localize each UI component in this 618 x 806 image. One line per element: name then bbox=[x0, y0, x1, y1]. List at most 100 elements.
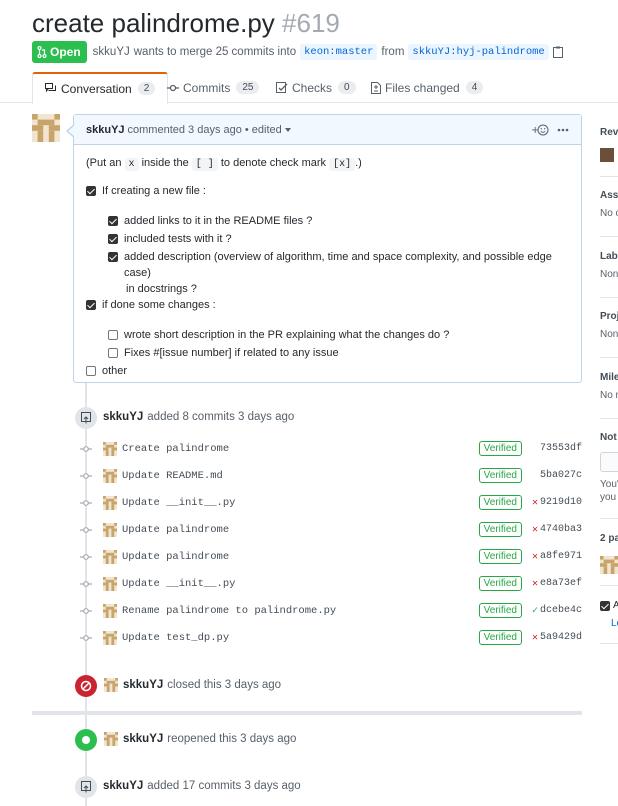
primitive-dot-icon bbox=[82, 736, 90, 744]
event-author[interactable]: skkuYJ bbox=[103, 411, 143, 423]
allow-edits-checkbox[interactable] bbox=[600, 600, 610, 611]
commit-message[interactable]: Update README.md bbox=[122, 470, 479, 482]
comment-author[interactable]: skkuYJ bbox=[86, 124, 125, 136]
kebab-menu-icon[interactable] bbox=[557, 128, 569, 132]
intro-part: to denote check mark bbox=[220, 157, 327, 169]
tab-label: Checks bbox=[292, 80, 333, 95]
subscribe-button[interactable] bbox=[600, 452, 618, 472]
task-checkbox[interactable] bbox=[108, 252, 118, 262]
base-branch[interactable]: keon:master bbox=[300, 44, 378, 60]
avatar[interactable] bbox=[103, 576, 117, 591]
commit-message[interactable]: Update test_dp.py bbox=[122, 632, 479, 644]
reviewer-avatar[interactable] bbox=[600, 148, 614, 162]
sidebar-labels[interactable]: Labe Non bbox=[600, 251, 618, 280]
commit-sha[interactable]: ✕ 9219d10 bbox=[528, 497, 582, 509]
commit-message[interactable]: Update __init__.py bbox=[122, 497, 479, 509]
tab-conversation[interactable]: Conversation 2 bbox=[32, 72, 169, 104]
task-checkbox[interactable] bbox=[86, 186, 96, 196]
commit-sha[interactable]: ✕ a8fe971 bbox=[528, 551, 582, 563]
verified-badge[interactable]: Verified bbox=[478, 468, 522, 483]
task-label-line1: added description (overview of algorithm… bbox=[124, 251, 552, 279]
commit-sha[interactable]: ✕ 4740ba3 bbox=[528, 524, 582, 536]
x-icon[interactable]: ✕ bbox=[532, 551, 538, 563]
tab-files-changed[interactable]: Files changed 4 bbox=[371, 72, 484, 103]
commit-message[interactable]: Update __init__.py bbox=[122, 578, 479, 590]
head-branch[interactable]: skkuYJ:hyj-palindrome bbox=[408, 44, 549, 60]
verified-badge[interactable]: Verified bbox=[478, 495, 522, 510]
edited-dropdown[interactable]: • edited bbox=[245, 124, 291, 136]
link-text: Le bbox=[611, 618, 618, 629]
avatar[interactable] bbox=[103, 603, 117, 618]
avatar[interactable] bbox=[103, 441, 117, 456]
x-icon[interactable]: ✕ bbox=[532, 578, 538, 590]
commits-event: skkuYJ added 8 commits 3 days ago bbox=[103, 411, 294, 423]
sha-text: 4740ba3 bbox=[539, 524, 582, 535]
commit-sha[interactable]: 5ba027c bbox=[528, 470, 582, 481]
avatar[interactable] bbox=[600, 556, 618, 574]
commit-dot bbox=[80, 499, 92, 507]
pr-tabs: Conversation 2 Commits 25 Checks 0 Files… bbox=[0, 72, 618, 104]
event-author[interactable]: skkuYJ bbox=[123, 733, 163, 745]
tab-counter: 2 bbox=[137, 82, 156, 95]
commit-message[interactable]: Rename palindrome to palindrome.py bbox=[122, 605, 479, 617]
avatar[interactable] bbox=[103, 495, 117, 510]
sidebar-notifications: Not bbox=[600, 432, 618, 443]
x-icon[interactable]: ✕ bbox=[532, 632, 538, 644]
sidebar-reviewers[interactable]: Revi bbox=[600, 127, 618, 138]
verified-badge[interactable]: Verified bbox=[478, 576, 522, 591]
task-checkbox[interactable] bbox=[86, 366, 96, 376]
avatar[interactable] bbox=[103, 630, 117, 645]
commit-message[interactable]: Update palindrome bbox=[122, 524, 479, 536]
verified-badge[interactable]: Verified bbox=[478, 549, 522, 564]
avatar[interactable] bbox=[104, 732, 118, 746]
commit-sha[interactable]: ✓ dcebe4c bbox=[528, 605, 582, 617]
learn-more-link[interactable]: Le bbox=[611, 618, 618, 629]
avatar[interactable] bbox=[103, 549, 117, 564]
comment-time[interactable]: commented 3 days ago bbox=[128, 124, 242, 136]
sidebar-divider bbox=[600, 297, 618, 298]
intro-part: (Put an bbox=[86, 157, 122, 169]
pr-meta: Open skkuYJ wants to merge 25 commits in… bbox=[32, 40, 563, 64]
commit-message[interactable]: Update palindrome bbox=[122, 551, 479, 563]
task-checkbox[interactable] bbox=[108, 234, 118, 244]
task-checkbox[interactable] bbox=[86, 300, 96, 310]
verified-badge[interactable]: Verified bbox=[478, 603, 522, 618]
sidebar-assignees[interactable]: Assi No o bbox=[600, 190, 618, 219]
sidebar-milestone[interactable]: Mile No m bbox=[600, 372, 618, 401]
avatar[interactable] bbox=[103, 522, 117, 537]
tab-commits[interactable]: Commits 25 bbox=[167, 72, 260, 103]
commit-sha[interactable]: ✕ e8a73ef bbox=[528, 578, 582, 590]
x-icon[interactable]: ✕ bbox=[532, 497, 538, 509]
check-icon[interactable]: ✓ bbox=[532, 605, 538, 617]
event-author[interactable]: skkuYJ bbox=[103, 780, 143, 792]
task-checkbox[interactable] bbox=[108, 348, 118, 358]
task-item: other bbox=[86, 363, 569, 379]
commit-sha[interactable]: ✕ 5a9429d bbox=[528, 632, 582, 644]
task-checkbox[interactable] bbox=[108, 216, 118, 226]
avatar[interactable] bbox=[32, 114, 60, 142]
x-icon[interactable]: ✕ bbox=[532, 524, 538, 536]
notification-reason: You' you bbox=[600, 478, 618, 504]
verified-badge[interactable]: Verified bbox=[478, 441, 522, 456]
tab-checks[interactable]: Checks 0 bbox=[276, 72, 356, 103]
allow-edits[interactable]: A bbox=[600, 600, 618, 611]
commit-dot bbox=[80, 607, 92, 615]
git-commit-icon bbox=[80, 607, 92, 614]
event-author[interactable]: skkuYJ bbox=[123, 679, 163, 691]
task-checkbox[interactable] bbox=[108, 330, 118, 340]
avatar[interactable] bbox=[104, 678, 118, 692]
clipboard-icon[interactable] bbox=[552, 46, 563, 58]
add-reaction-icon[interactable]: + bbox=[531, 124, 549, 136]
commit-message[interactable]: Create palindrome bbox=[122, 443, 479, 455]
commit-dot bbox=[80, 634, 92, 642]
git-commit-icon bbox=[80, 580, 92, 587]
sidebar-heading: Assi bbox=[600, 190, 618, 201]
git-commit-icon bbox=[167, 84, 179, 91]
verified-badge[interactable]: Verified bbox=[478, 630, 522, 645]
pr-author-link[interactable]: skkuYJ bbox=[93, 46, 130, 58]
verified-badge[interactable]: Verified bbox=[478, 522, 522, 537]
sidebar-projects[interactable]: Proj Non bbox=[600, 311, 618, 340]
avatar[interactable] bbox=[103, 468, 117, 483]
commit-sha[interactable]: 73553df bbox=[528, 443, 582, 454]
sidebar-value: No o bbox=[600, 208, 618, 219]
